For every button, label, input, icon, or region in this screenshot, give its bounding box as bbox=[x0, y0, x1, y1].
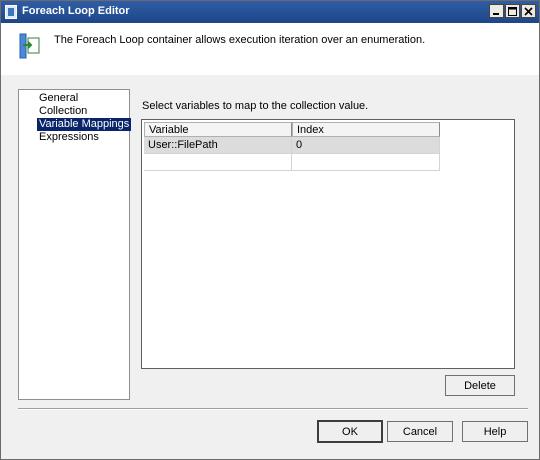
foreach-loop-editor-window: Foreach Loop Editor The Foreach Loop con… bbox=[0, 0, 540, 460]
dialog-header: The Foreach Loop container allows execut… bbox=[1, 23, 539, 75]
variable-mapping-grid: Variable Index User::FilePath 0 bbox=[141, 119, 515, 369]
minimize-icon bbox=[493, 12, 499, 15]
mapping-prompt: Select variables to map to the collectio… bbox=[142, 100, 369, 112]
window-title: Foreach Loop Editor bbox=[22, 5, 130, 17]
column-header-index[interactable]: Index bbox=[292, 122, 440, 137]
ok-button[interactable]: OK bbox=[317, 420, 383, 443]
cell-variable[interactable]: User::FilePath bbox=[144, 137, 292, 154]
navigation-pane: General Collection Variable Mappings Exp… bbox=[18, 89, 132, 400]
foreach-loop-container-icon bbox=[19, 33, 40, 59]
close-icon bbox=[524, 6, 533, 16]
close-button[interactable] bbox=[521, 4, 536, 18]
maximize-icon bbox=[508, 6, 517, 16]
cell-index-new[interactable] bbox=[292, 154, 440, 171]
sidebar-item-general[interactable]: General bbox=[37, 92, 80, 105]
sidebar-item-collection[interactable]: Collection bbox=[37, 105, 89, 118]
cell-variable-new[interactable] bbox=[144, 154, 292, 171]
maximize-button[interactable] bbox=[505, 4, 520, 18]
cell-index[interactable]: 0 bbox=[292, 137, 440, 154]
minimize-button[interactable] bbox=[489, 4, 504, 18]
title-bar[interactable]: Foreach Loop Editor bbox=[1, 1, 539, 23]
foreach-loop-icon bbox=[5, 5, 17, 19]
delete-button[interactable]: Delete bbox=[445, 375, 515, 396]
sidebar-item-expressions[interactable]: Expressions bbox=[37, 131, 101, 144]
column-header-variable[interactable]: Variable bbox=[144, 122, 292, 137]
help-button[interactable]: Help bbox=[462, 421, 528, 442]
footer-divider bbox=[18, 408, 528, 410]
sidebar-item-variable-mappings[interactable]: Variable Mappings bbox=[37, 118, 132, 131]
dialog-description: The Foreach Loop container allows execut… bbox=[54, 34, 426, 46]
cancel-button[interactable]: Cancel bbox=[387, 421, 453, 442]
